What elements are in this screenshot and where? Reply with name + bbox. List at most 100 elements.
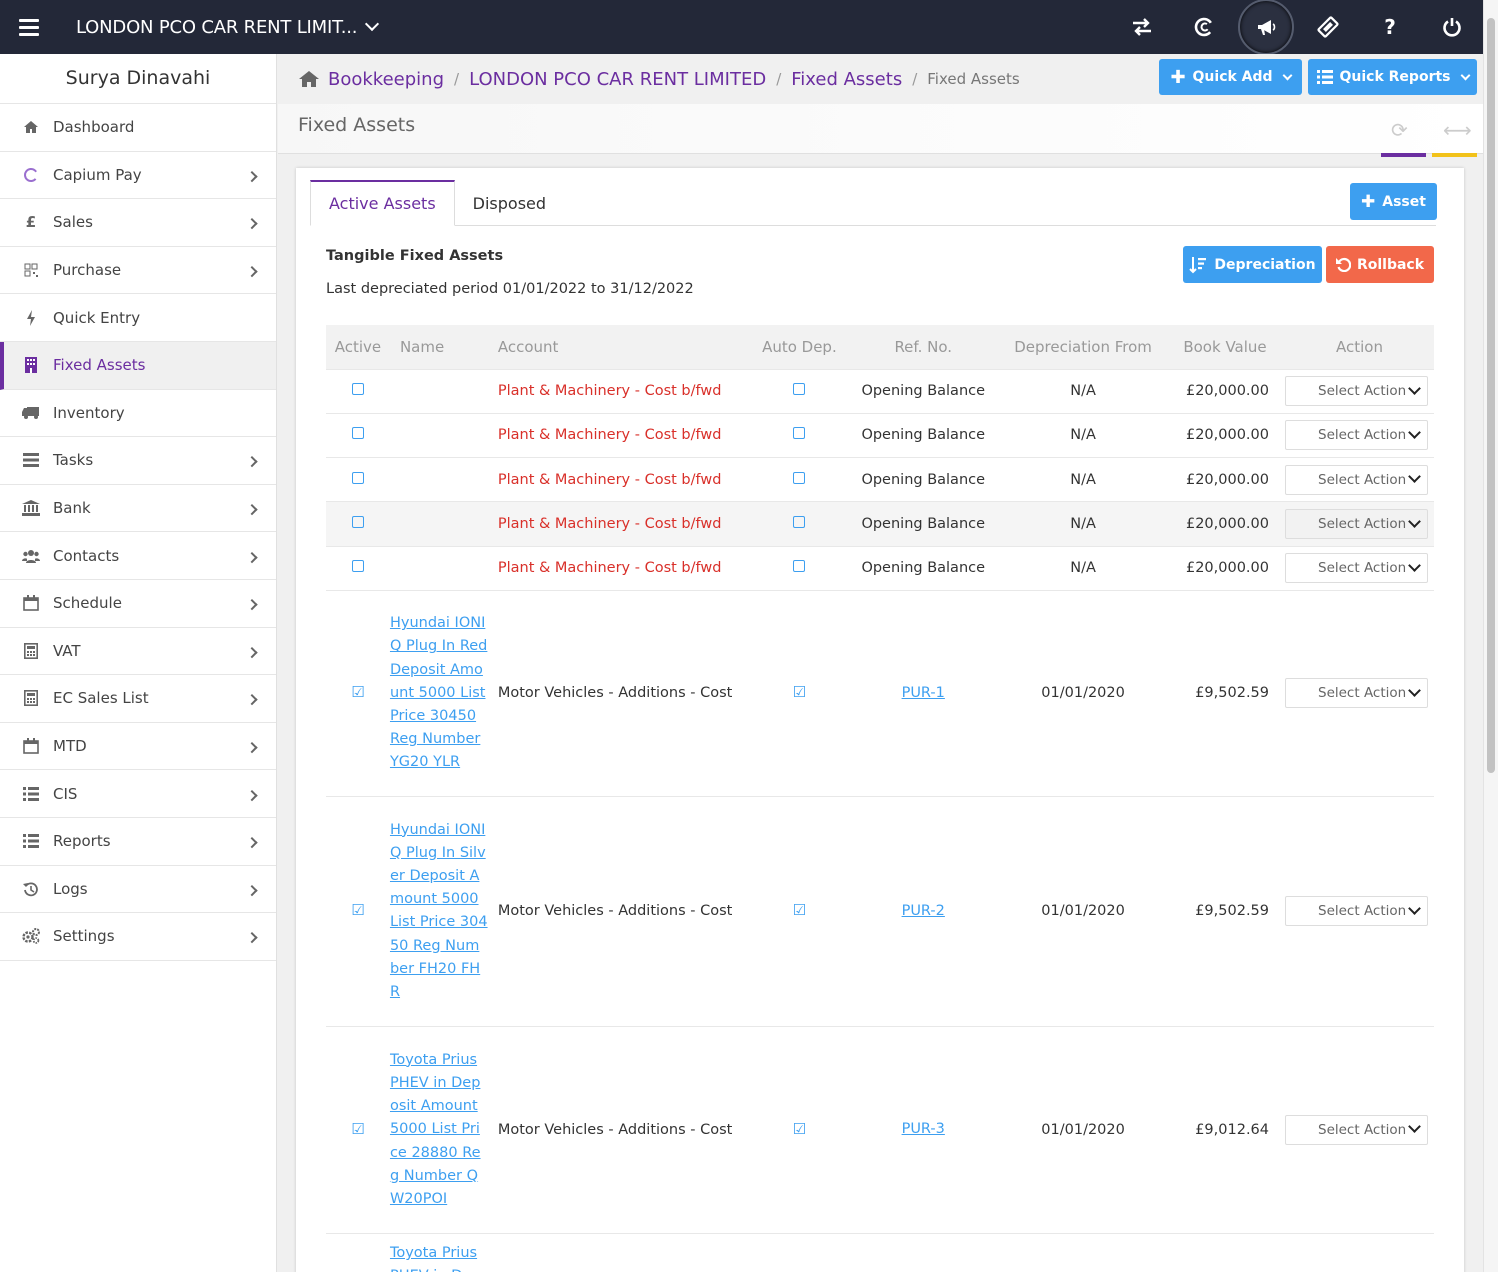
col-auto-dep[interactable]: Auto Dep. <box>753 325 845 369</box>
help-icon[interactable]: ? <box>1359 0 1421 54</box>
chevron-down-icon <box>365 16 380 32</box>
action-select[interactable]: Select Action <box>1285 896 1428 927</box>
rollback-button[interactable]: Rollback <box>1326 246 1434 283</box>
table-row: Plant & Machinery - Cost b/fwd Opening B… <box>326 501 1434 547</box>
page-scrollbar[interactable] <box>1483 0 1498 1272</box>
action-select[interactable]: Select Action <box>1285 420 1428 451</box>
col-depreciation-from[interactable]: Depreciation From <box>1001 325 1165 369</box>
auto-dep-checkbox[interactable] <box>793 560 806 573</box>
sidebar-item-contacts[interactable]: Contacts <box>0 532 276 580</box>
active-checkbox[interactable] <box>351 427 364 440</box>
building-icon <box>22 356 40 374</box>
quick-reports-label: Quick Reports <box>1339 69 1451 85</box>
asset-name-link[interactable]: Toyota Prius PHEV in Deposit Amount 5000… <box>390 1049 488 1211</box>
action-select[interactable]: Select Action <box>1285 678 1428 709</box>
sidebar-item-settings[interactable]: Settings <box>0 913 276 961</box>
book-value <box>1165 1232 1285 1272</box>
add-asset-button[interactable]: ✚ Asset <box>1350 183 1437 220</box>
sidebar-item-fixed-assets[interactable]: Fixed Assets <box>0 341 276 390</box>
sidebar-item-cis[interactable]: CIS <box>0 770 276 818</box>
rollback-label: Rollback <box>1356 256 1425 273</box>
auto-dep-checkbox[interactable] <box>793 516 806 529</box>
tab-disposed[interactable]: Disposed <box>455 180 564 226</box>
expand-horizontal-icon[interactable]: ⟷ <box>1443 118 1472 142</box>
breadcrumb-fixed-assets[interactable]: Fixed Assets <box>791 69 902 90</box>
table-row: ☑ Toyota Prius PHEV in Deposit Amount 50… <box>326 1025 1434 1234</box>
chevron-down-icon <box>1408 514 1421 528</box>
sidebar-item-purchase[interactable]: Purchase <box>0 247 276 295</box>
sidebar-item-ec-sales-list[interactable]: EC Sales List <box>0 675 276 723</box>
col-ref-no[interactable]: Ref. No. <box>845 325 1001 369</box>
sidebar-item-inventory[interactable]: Inventory <box>0 390 276 438</box>
col-action[interactable]: Action <box>1285 325 1434 369</box>
sidebar-item-schedule[interactable]: Schedule <box>0 580 276 628</box>
col-name[interactable]: Name <box>390 325 498 369</box>
auto-dep-checkbox-checked[interactable]: ☑ <box>792 903 806 918</box>
asset-account: Plant & Machinery - Cost b/fwd <box>497 368 754 414</box>
sidebar-item-reports[interactable]: Reports <box>0 818 276 866</box>
sidebar-item-label: Reports <box>53 832 111 851</box>
asset-name-link[interactable]: Toyota Prius PHEV in D <box>390 1242 488 1272</box>
ticket-icon[interactable] <box>1297 0 1359 54</box>
asset-name-link[interactable]: Hyundai IONIQ Plug In Silver Deposit Amo… <box>390 819 488 1005</box>
breadcrumb-bookkeeping[interactable]: Bookkeeping <box>328 69 444 90</box>
asset-name-link[interactable]: Hyundai IONIQ Plug In Red Deposit Amount… <box>390 612 488 774</box>
ref-no-link[interactable]: PUR-1 <box>902 685 945 701</box>
col-active[interactable]: Active <box>326 325 390 369</box>
power-icon[interactable] <box>1421 0 1483 54</box>
ref-no-link[interactable]: PUR-3 <box>902 1121 945 1137</box>
gears-icon <box>22 927 40 945</box>
asset-name <box>389 545 498 591</box>
active-checkbox[interactable] <box>351 560 364 573</box>
active-checkbox-checked[interactable]: ☑ <box>351 685 365 700</box>
col-book-value[interactable]: Book Value <box>1165 325 1285 369</box>
tab-bar: Active Assets Disposed <box>310 180 1436 226</box>
active-checkbox-checked[interactable]: ☑ <box>351 903 365 918</box>
sidebar-item-vat[interactable]: VAT <box>0 628 276 676</box>
ref-no-link[interactable]: PUR-2 <box>902 903 945 919</box>
sidebar-item-label: VAT <box>53 641 81 660</box>
chevron-right-icon <box>246 646 258 659</box>
action-select[interactable]: Select Action <box>1285 553 1428 584</box>
scrollbar-thumb[interactable] <box>1487 18 1495 773</box>
action-select[interactable]: Select Action <box>1285 376 1428 407</box>
tab-active-assets[interactable]: Active Assets <box>310 180 455 226</box>
sidebar-item-mtd[interactable]: MTD <box>0 723 276 771</box>
megaphone-icon[interactable] <box>1235 0 1297 55</box>
auto-dep-checkbox[interactable] <box>793 383 806 396</box>
action-select[interactable]: Select Action <box>1285 509 1428 540</box>
action-select[interactable]: Select Action <box>1285 464 1428 495</box>
depreciation-button[interactable]: Depreciation <box>1183 246 1322 283</box>
ref-no: Opening Balance <box>845 501 1002 547</box>
sidebar-item-sales[interactable]: £ Sales <box>0 199 276 247</box>
menu-toggle-icon[interactable] <box>0 0 58 54</box>
calculator-icon <box>22 642 40 660</box>
sidebar-item-tasks[interactable]: Tasks <box>0 437 276 485</box>
quick-add-button[interactable]: ✚ Quick Add <box>1159 59 1302 95</box>
active-checkbox[interactable] <box>351 516 364 529</box>
swap-icon[interactable] <box>1111 0 1173 54</box>
active-checkbox[interactable] <box>351 471 364 484</box>
auto-dep-checkbox[interactable] <box>793 427 806 440</box>
col-account[interactable]: Account <box>498 325 754 369</box>
active-checkbox[interactable] <box>351 383 364 396</box>
sidebar-item-quick-entry[interactable]: Quick Entry <box>0 294 276 342</box>
auto-dep-checkbox[interactable] <box>793 471 806 484</box>
home-icon[interactable] <box>298 70 320 88</box>
quick-reports-button[interactable]: Quick Reports <box>1308 59 1477 95</box>
capium-icon[interactable] <box>1173 0 1235 54</box>
sidebar-item-capium-pay[interactable]: Capium Pay <box>0 152 276 200</box>
add-asset-label: Asset <box>1382 193 1426 210</box>
undo-icon <box>1335 257 1351 272</box>
sidebar-item-logs[interactable]: Logs <box>0 866 276 914</box>
asset-name <box>389 368 498 414</box>
breadcrumb-company[interactable]: LONDON PCO CAR RENT LIMITED <box>469 69 766 90</box>
company-selector[interactable]: LONDON PCO CAR RENT LIMIT... <box>76 16 380 38</box>
refresh-icon[interactable]: ⟳ <box>1391 118 1408 142</box>
sidebar-item-dashboard[interactable]: Dashboard <box>0 104 276 152</box>
active-checkbox-checked[interactable]: ☑ <box>351 1121 365 1137</box>
auto-dep-checkbox-checked[interactable]: ☑ <box>792 1121 806 1137</box>
auto-dep-checkbox-checked[interactable]: ☑ <box>792 685 806 700</box>
sidebar-item-bank[interactable]: Bank <box>0 485 276 533</box>
action-select[interactable]: Select Action <box>1285 1114 1428 1145</box>
